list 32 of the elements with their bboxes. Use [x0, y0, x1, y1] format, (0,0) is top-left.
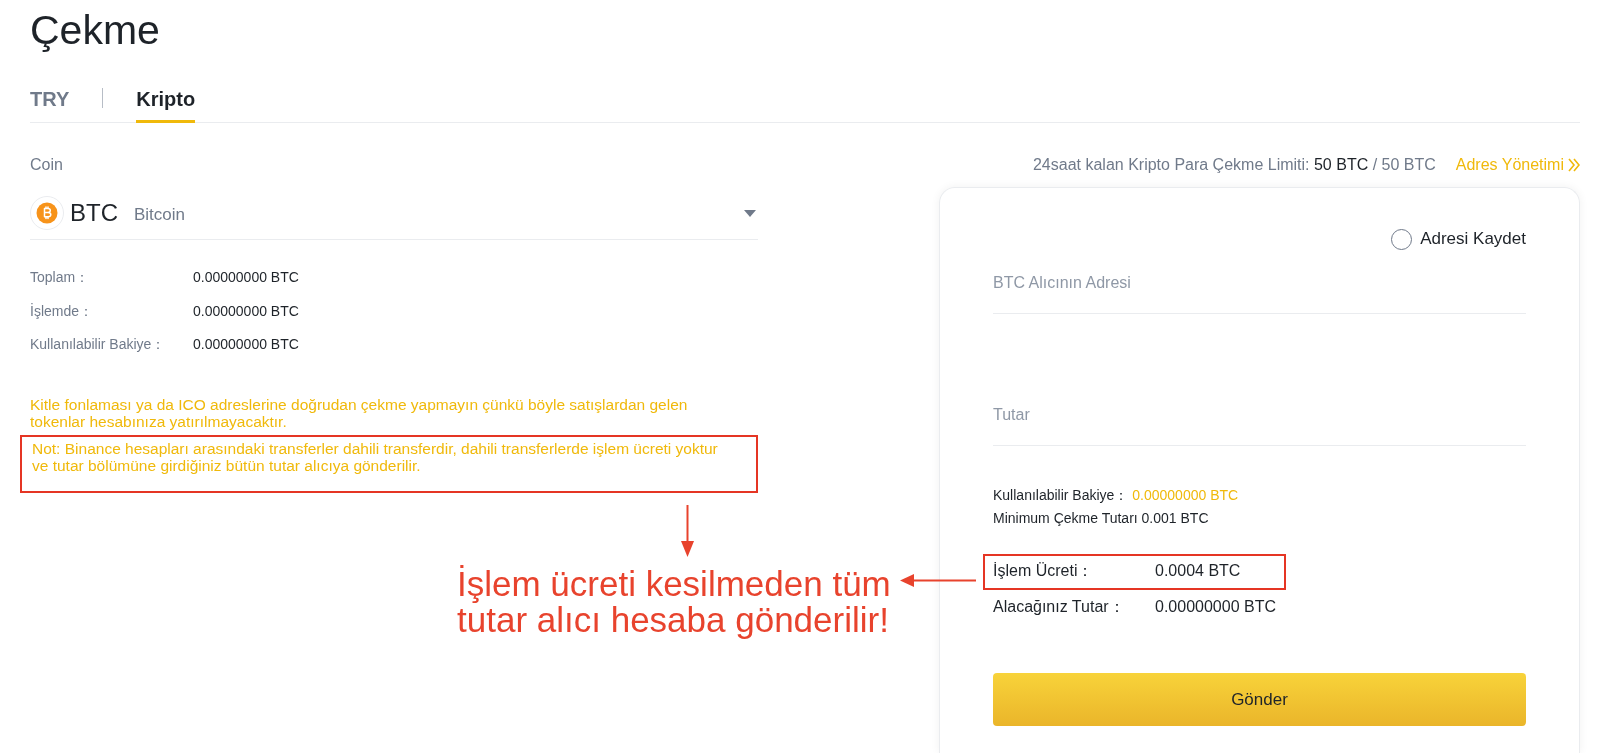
summary-label: Alacağınız Tutar： — [993, 597, 1126, 617]
balance-label: Kullanılabilir Bakiye： — [993, 487, 1129, 503]
submit-button[interactable]: Gönder — [993, 673, 1526, 726]
notice-text: Kitle fonlaması ya da ICO adreslerine doğrudan çekme yapmayın çünkü böyle satışlardan gelen tokenlar hesabınıza yatırılmayacaktır. — [30, 396, 689, 430]
annotation-text: İşlem ücreti kesilmeden tüm tutar alıcı hesaba gönderilir! — [457, 566, 892, 638]
balance-label: Kullanılabilir Bakiye： — [30, 335, 167, 354]
input-field[interactable]: Tutar — [993, 395, 1526, 446]
summary-value: 0.00000000 BTC — [1155, 597, 1276, 617]
balance-label: İşlemde： — [30, 301, 95, 321]
tab[interactable]: TRY — [30, 77, 70, 123]
tab[interactable]: Kripto — [136, 77, 196, 123]
coin-symbol: BTC — [70, 198, 118, 228]
annotation-arrow — [681, 505, 694, 557]
field-label: Coin — [30, 155, 64, 175]
info-text: Minimum Çekme Tutarı 0.001 BTC — [993, 510, 1209, 526]
caret-down-icon — [744, 209, 756, 217]
page-title: Çekme — [30, 6, 161, 54]
summary-value: 0.0004 BTC — [1155, 561, 1241, 581]
summary-label: İşlem Ücreti： — [993, 561, 1095, 581]
coin-select[interactable]: BTC Bitcoin — [30, 187, 758, 240]
bitcoin-coin-icon — [30, 196, 64, 230]
radio-label: Adresi Kaydet — [1420, 228, 1526, 250]
coin-name: Bitcoin — [134, 204, 186, 226]
balance-label: Toplam： — [30, 268, 91, 287]
balance-value: 0.00000000 BTC — [193, 335, 299, 354]
balance-value: 0.00000000 BTC — [193, 268, 299, 287]
balance-value: 0.00000000 BTC — [1132, 487, 1239, 503]
balance-value: 0.00000000 BTC — [193, 301, 299, 321]
input-field[interactable]: BTC Alıcının Adresi — [993, 263, 1526, 314]
limit-text: 24saat kalan Kripto Para Çekme Limiti: 50 BTC / 50 BTC — [1032, 155, 1436, 175]
notice-text: Not: Binance hesapları arasındaki transferler dahili transferdir, dahili transferlerde işlem ücreti yoktur ve tutar bölümüne girdiğiniz bütün tutar alıcıya gönderilir. — [32, 440, 719, 474]
double-chevron-icon — [1568, 158, 1580, 172]
